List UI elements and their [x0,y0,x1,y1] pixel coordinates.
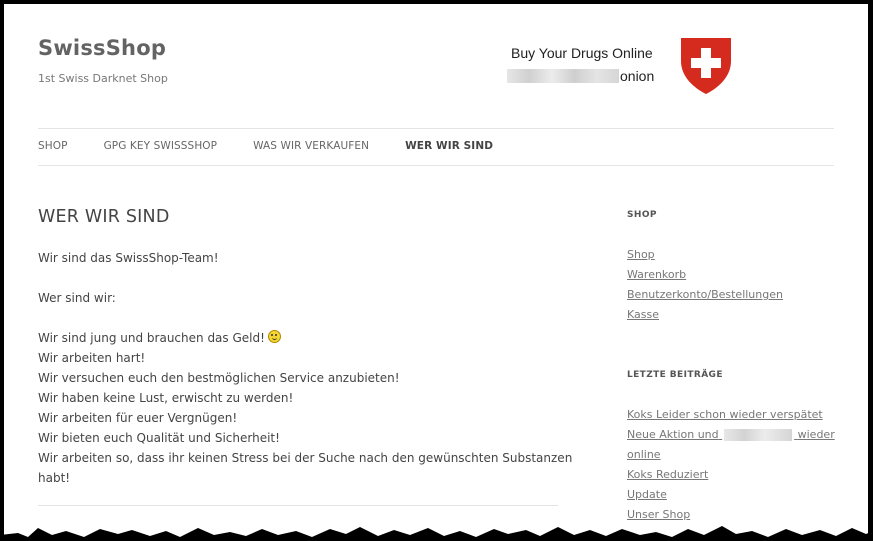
widget-title-recent-posts: LETZTE BEITRÄGE [627,370,723,380]
swiss-shield-icon [681,38,731,94]
entry-content: Wir sind das SwissShop-Team! Wer sind wi… [38,248,598,488]
nav-item-was-wir-verkaufen[interactable]: WAS WIR VERKAUFEN [253,140,369,152]
onion-suffix: onion [620,68,655,84]
widget-title-shop: SHOP [627,210,657,220]
recent-post-link[interactable]: Koks Reduziert [627,465,708,485]
sidebar-link-shop[interactable]: Shop [627,245,655,265]
torn-edge [0,526,873,541]
page-title: WER WIR SIND [38,207,170,227]
content-line: Wir arbeiten so, dass ihr keinen Stress … [38,451,573,485]
content-line: Wir haben keine Lust, erwischt zu werden… [38,391,294,405]
page: SwissShop 1st Swiss Darknet Shop Buy You… [4,4,868,537]
promo-onion-address: onion [507,68,654,84]
sidebar-link-benutzerkonto[interactable]: Benutzerkonto/Bestellungen [627,285,783,305]
site-title[interactable]: SwissShop [38,36,166,60]
sidebar-link-kasse[interactable]: Kasse [627,305,659,325]
intro-text: Wir sind das SwissShop-Team! [38,251,219,265]
smiley-icon [267,330,281,343]
content-line: Wir arbeiten hart! [38,351,146,365]
content-divider [38,505,558,506]
nav-item-shop[interactable]: SHOP [38,140,68,152]
recent-post-link-continued[interactable]: online [627,445,661,465]
redacted-text [724,429,793,441]
content-line: Wir arbeiten für euer Vergnügen! [38,411,238,425]
promo-headline: Buy Your Drugs Online [511,45,653,61]
nav-item-wer-wir-sind[interactable]: WER WIR SIND [405,140,493,152]
header-divider [38,128,834,129]
content-line: Wir bieten euch Qualität und Sicherheit! [38,431,280,445]
main-navigation: SHOP GPG KEY SWISSSHOP WAS WIR VERKAUFEN… [38,140,529,152]
redacted-address [507,69,619,83]
content-line: Wir sind jung und brauchen das Geld! [38,328,598,348]
recent-post-link[interactable]: Koks Leider schon wieder verspätet [627,405,823,425]
sidebar-link-warenkorb[interactable]: Warenkorb [627,265,686,285]
question-text: Wer sind wir: [38,291,116,305]
recent-post-link[interactable]: Neue Aktion und wieder [627,425,835,445]
recent-post-link[interactable]: Update [627,485,667,505]
content-line: Wir versuchen euch den bestmöglichen Ser… [38,371,400,385]
nav-divider [38,165,834,166]
site-description: 1st Swiss Darknet Shop [38,72,168,85]
nav-item-gpg-key[interactable]: GPG KEY SWISSSHOP [104,140,218,152]
